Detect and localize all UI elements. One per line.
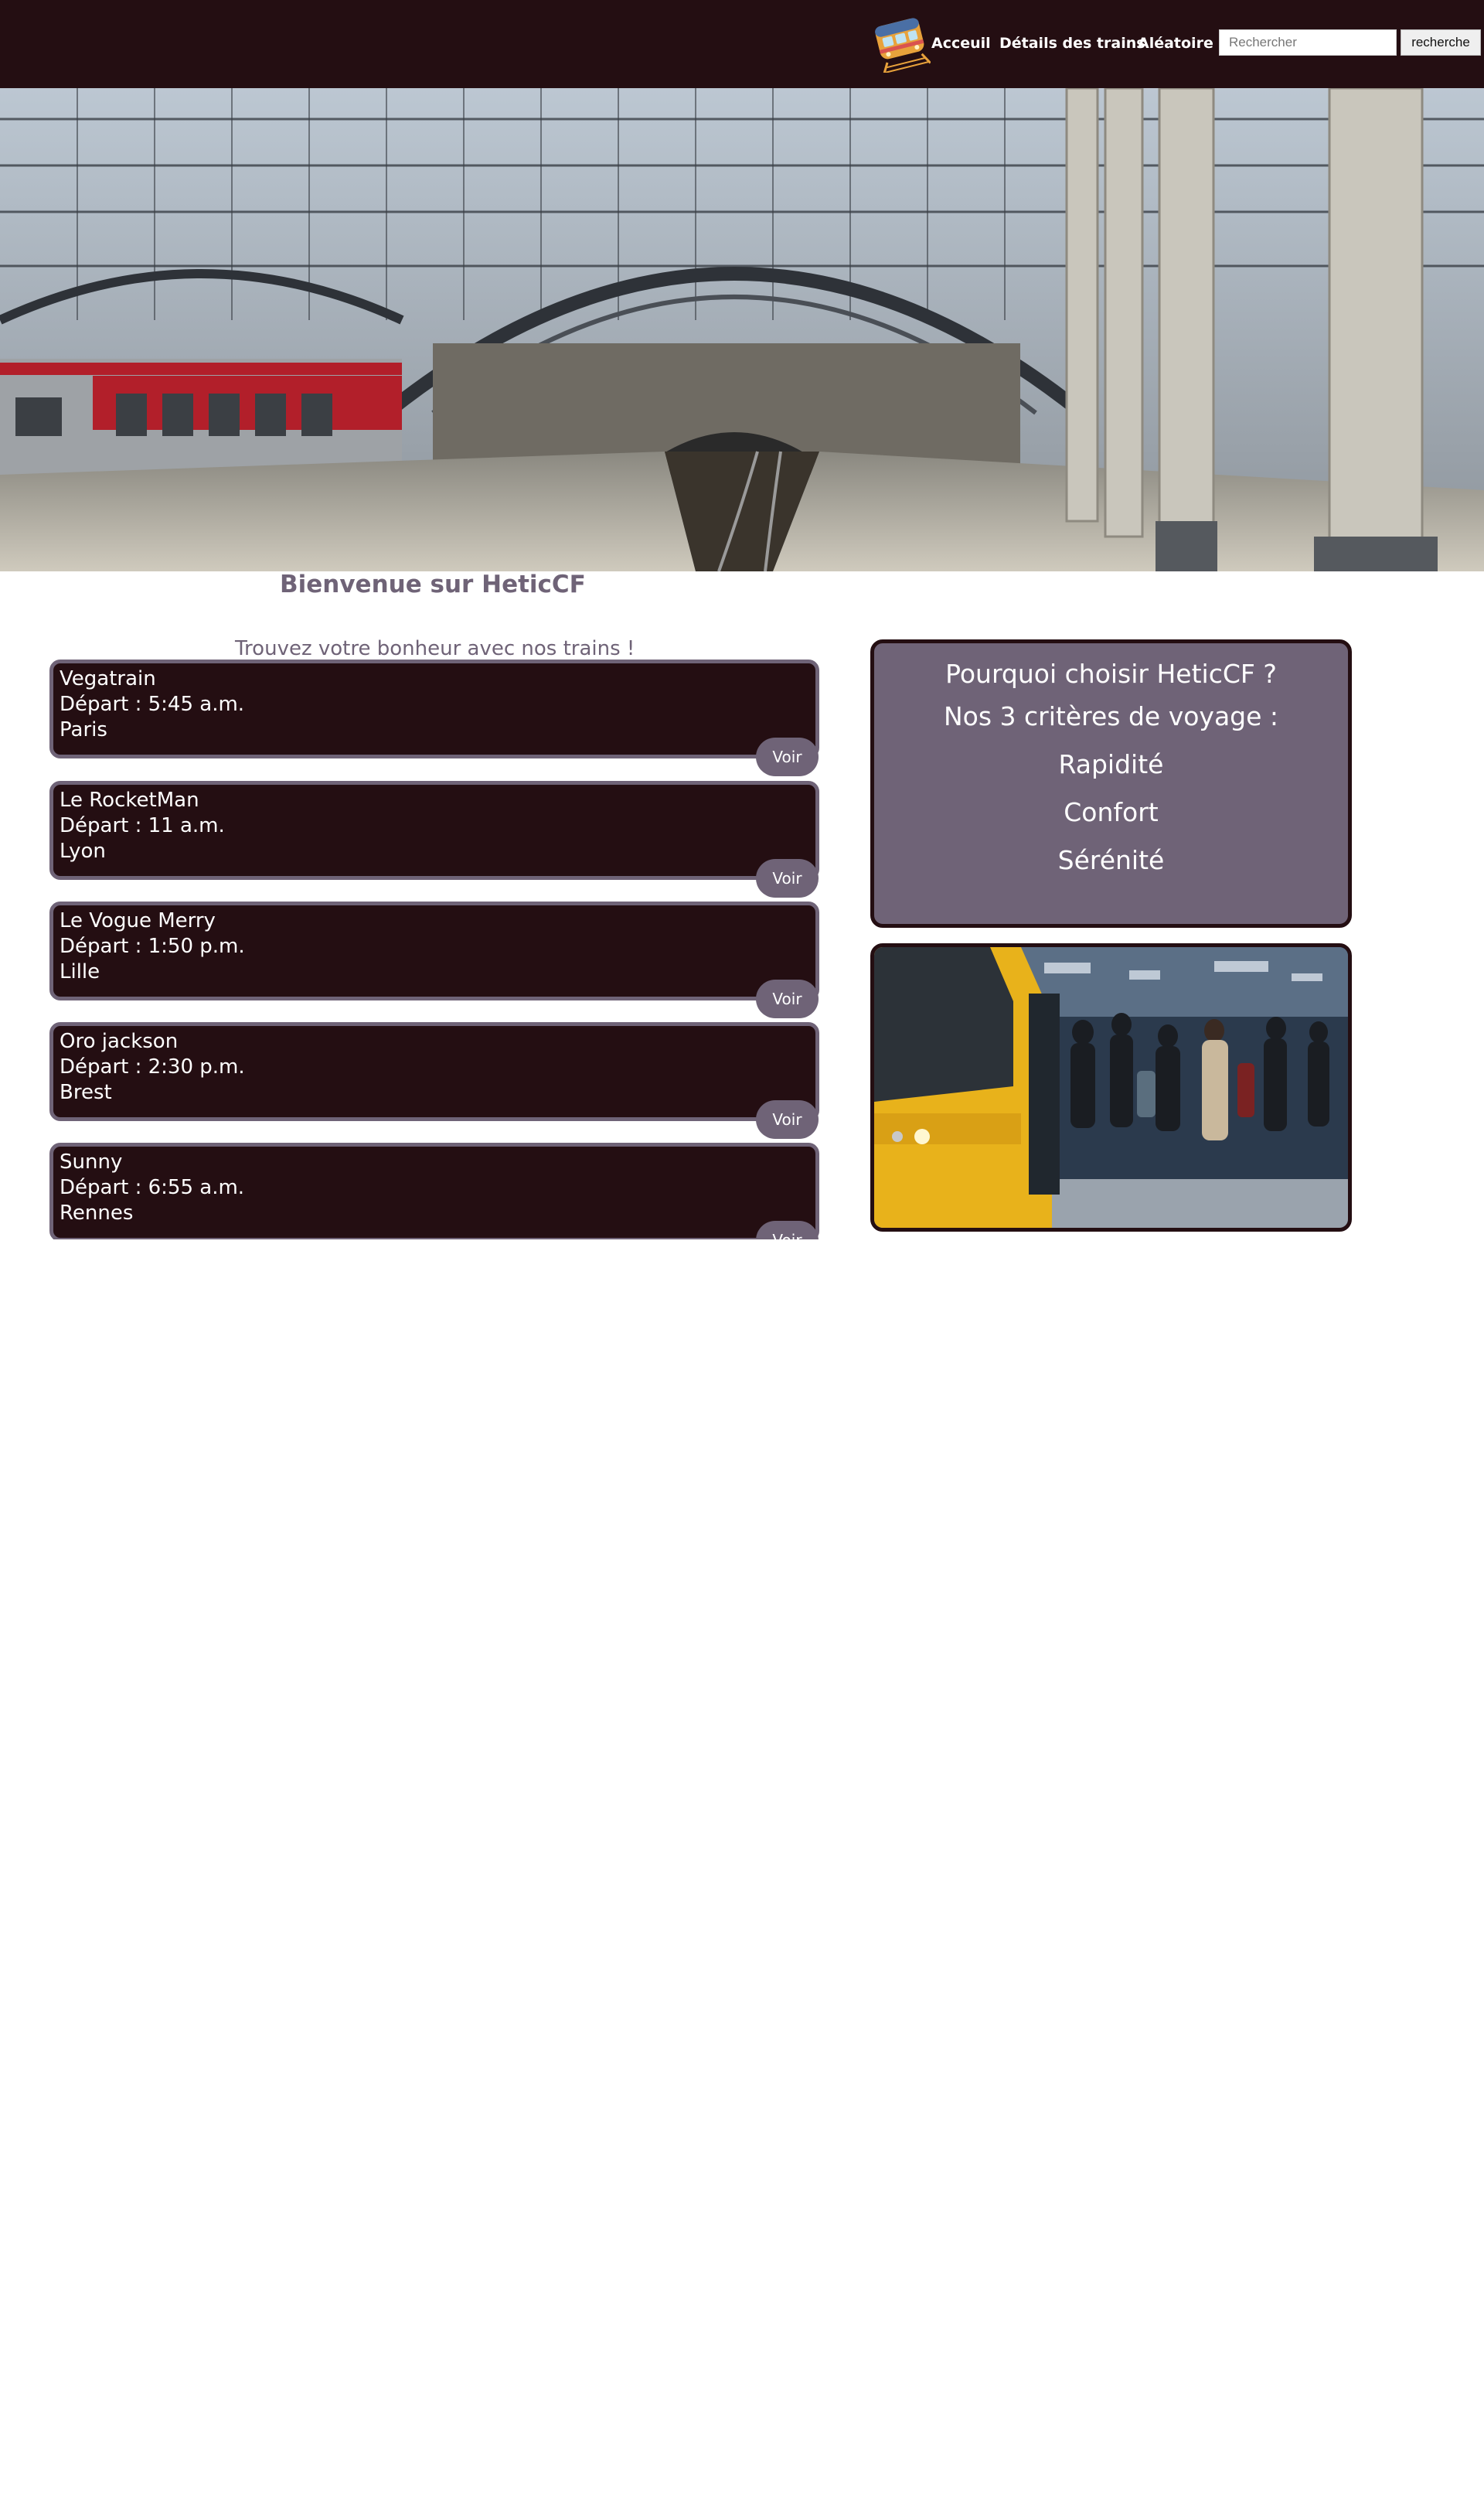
train-city: Lille [60, 960, 100, 983]
train-name: Sunny [60, 1150, 123, 1174]
train-departure: Départ : 5:45 a.m. [60, 693, 245, 716]
nav-link-aleatoire[interactable]: Aléatoire [1138, 32, 1213, 54]
train-city: Lyon [60, 840, 106, 863]
voir-button[interactable]: Voir [756, 738, 819, 776]
criterion-confort: Confort [1064, 797, 1159, 827]
train-card: Sunny Départ : 6:55 a.m. Rennes Voir [49, 1143, 819, 1239]
train-card: Le RocketMan Départ : 11 a.m. Lyon Voir [49, 781, 819, 898]
welcome-heading: Bienvenue sur HeticCF [280, 571, 586, 598]
train-card: Vegatrain Départ : 5:45 a.m. Paris Voir [49, 660, 819, 776]
train-name: Le RocketMan [60, 789, 199, 812]
search-button[interactable]: recherche [1401, 29, 1481, 56]
voir-button[interactable]: Voir [756, 980, 819, 1018]
train-city: Paris [60, 718, 107, 741]
criterion-serenite: Sérénité [1057, 845, 1165, 875]
voir-button[interactable]: Voir [756, 859, 819, 898]
train-card: Oro jackson Départ : 2:30 p.m. Brest Voi… [49, 1022, 819, 1139]
train-departure: Départ : 11 a.m. [60, 814, 225, 837]
why-choose-box: Pourquoi choisir HeticCF ? Nos 3 critère… [870, 639, 1352, 928]
voir-button[interactable]: Voir [756, 1221, 819, 1239]
train-departure: Départ : 1:50 p.m. [60, 935, 245, 958]
why-choose-title: Pourquoi choisir HeticCF ? [945, 659, 1277, 689]
train-name: Oro jackson [60, 1030, 179, 1053]
criterion-rapidite: Rapidité [1058, 749, 1164, 779]
passengers-train-photo [870, 943, 1352, 1232]
nav-link-accueil[interactable]: Acceuil [931, 32, 991, 54]
train-name: Le Vogue Merry [60, 909, 216, 932]
train-list: Vegatrain Départ : 5:45 a.m. Paris Voir … [0, 649, 858, 1239]
train-logo-icon[interactable] [870, 11, 931, 75]
hero-station-image [0, 88, 1484, 571]
voir-button[interactable]: Voir [756, 1100, 819, 1139]
navbar: Acceuil Détails des trains Aléatoire rec… [0, 0, 1484, 88]
nav-link-details-trains[interactable]: Détails des trains [999, 32, 1145, 54]
train-city: Brest [60, 1081, 112, 1104]
train-departure: Départ : 2:30 p.m. [60, 1055, 245, 1079]
train-departure: Départ : 6:55 a.m. [60, 1176, 245, 1199]
train-card: Le Vogue Merry Départ : 1:50 p.m. Lille … [49, 902, 819, 1018]
train-name: Vegatrain [60, 667, 156, 690]
criteria-subtitle: Nos 3 critères de voyage : [943, 701, 1279, 731]
search-input[interactable] [1219, 29, 1397, 56]
train-city: Rennes [60, 1202, 134, 1225]
